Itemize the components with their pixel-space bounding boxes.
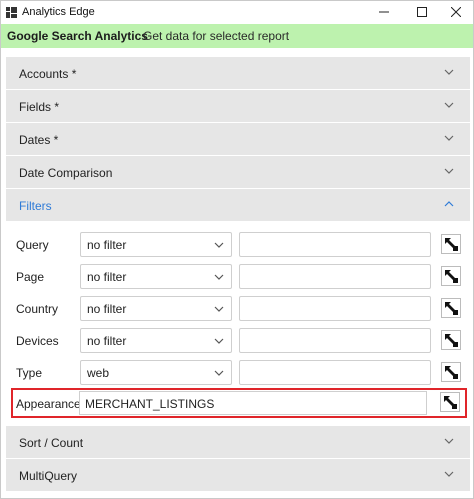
filter-picker-button[interactable] xyxy=(441,266,461,286)
chevron-down-icon xyxy=(213,303,225,315)
banner-subtitle: Get data for selected report xyxy=(143,29,290,43)
filter-operator-select[interactable]: no filter xyxy=(80,296,232,321)
filter-value-input[interactable] xyxy=(239,328,431,353)
chevron-down-icon xyxy=(442,467,456,481)
filter-picker-button[interactable] xyxy=(441,362,461,382)
section-date-comparison[interactable]: Date Comparison xyxy=(6,156,470,189)
appearance-picker-button[interactable] xyxy=(440,392,460,412)
filter-operator-select[interactable]: no filter xyxy=(80,264,232,289)
appearance-label: Appearance xyxy=(16,397,81,411)
cell-picker-icon xyxy=(442,363,460,381)
filter-operator-value: no filter xyxy=(87,238,127,252)
filter-operator-select[interactable]: web xyxy=(80,360,232,385)
filter-label: Devices xyxy=(16,334,59,348)
cell-picker-icon xyxy=(442,299,460,317)
section-filters[interactable]: Filters xyxy=(6,189,470,222)
filter-label: Country xyxy=(16,302,59,316)
cell-picker-icon xyxy=(442,331,460,349)
title-bar: Analytics Edge xyxy=(1,1,473,24)
section-label: Filters xyxy=(19,199,52,213)
filter-operator-select[interactable]: no filter xyxy=(80,232,232,257)
filter-row-query: Query no filter xyxy=(6,232,470,258)
section-multiquery[interactable]: MultiQuery xyxy=(6,459,470,492)
chevron-down-icon xyxy=(442,131,456,145)
chevron-up-icon xyxy=(442,197,456,211)
filter-row-country: Country no filter xyxy=(6,296,470,322)
section-dates[interactable]: Dates * xyxy=(6,123,470,156)
filter-value-input[interactable] xyxy=(239,264,431,289)
filter-operator-value: no filter xyxy=(87,302,127,316)
analytics-edge-app-icon xyxy=(6,7,17,18)
cell-picker-icon xyxy=(442,235,460,253)
wizard-content: Accounts * Fields * Dates * Date Compari… xyxy=(6,57,470,494)
close-icon xyxy=(450,5,462,20)
window-title: Analytics Edge xyxy=(22,6,95,18)
filter-label: Type xyxy=(16,366,43,380)
filter-operator-value: no filter xyxy=(87,334,127,348)
chevron-down-icon xyxy=(442,434,456,448)
filter-value-input[interactable] xyxy=(239,232,431,257)
section-label: Fields * xyxy=(19,100,60,114)
filter-value-input[interactable] xyxy=(239,360,431,385)
function-banner: Google Search Analytics Get data for sel… xyxy=(1,24,473,48)
chevron-down-icon xyxy=(442,98,456,112)
maximize-icon xyxy=(417,5,427,20)
maximize-button[interactable] xyxy=(403,1,441,24)
chevron-down-icon xyxy=(213,335,225,347)
analytics-edge-window: Analytics Edge Google Search Analytics G… xyxy=(0,0,474,499)
filter-label: Query xyxy=(16,238,49,252)
filter-row-page: Page no filter xyxy=(6,264,470,290)
filter-picker-button[interactable] xyxy=(441,234,461,254)
section-sort-count[interactable]: Sort / Count xyxy=(6,426,470,459)
section-label: Sort / Count xyxy=(19,436,84,450)
chevron-down-icon xyxy=(213,271,225,283)
section-label: Date Comparison xyxy=(19,166,113,180)
cell-picker-icon xyxy=(442,267,460,285)
filter-picker-button[interactable] xyxy=(441,330,461,350)
minimize-button[interactable] xyxy=(365,1,403,24)
filter-value-input[interactable] xyxy=(239,296,431,321)
cell-picker-icon xyxy=(441,393,459,411)
appearance-filter-row: Appearance MERCHANT_LISTINGS xyxy=(11,388,467,418)
filter-row-devices: Devices no filter xyxy=(6,328,470,354)
close-button[interactable] xyxy=(437,1,474,24)
filter-label: Page xyxy=(16,270,45,284)
chevron-down-icon xyxy=(442,164,456,178)
section-label: Accounts * xyxy=(19,67,77,81)
section-accounts[interactable]: Accounts * xyxy=(6,57,470,90)
filter-operator-select[interactable]: no filter xyxy=(80,328,232,353)
minimize-icon xyxy=(379,5,389,20)
section-fields[interactable]: Fields * xyxy=(6,90,470,123)
filter-operator-value: no filter xyxy=(87,270,127,284)
banner-title: Google Search Analytics xyxy=(7,29,148,43)
section-label: MultiQuery xyxy=(19,469,78,483)
section-label: Dates * xyxy=(19,133,59,147)
filter-operator-value: web xyxy=(87,366,110,380)
filter-row-type: Type web xyxy=(6,360,470,386)
filter-picker-button[interactable] xyxy=(441,298,461,318)
chevron-down-icon xyxy=(213,367,225,379)
chevron-down-icon xyxy=(442,65,456,79)
appearance-input[interactable]: MERCHANT_LISTINGS xyxy=(79,391,427,415)
appearance-value: MERCHANT_LISTINGS xyxy=(85,397,215,411)
chevron-down-icon xyxy=(213,239,225,251)
